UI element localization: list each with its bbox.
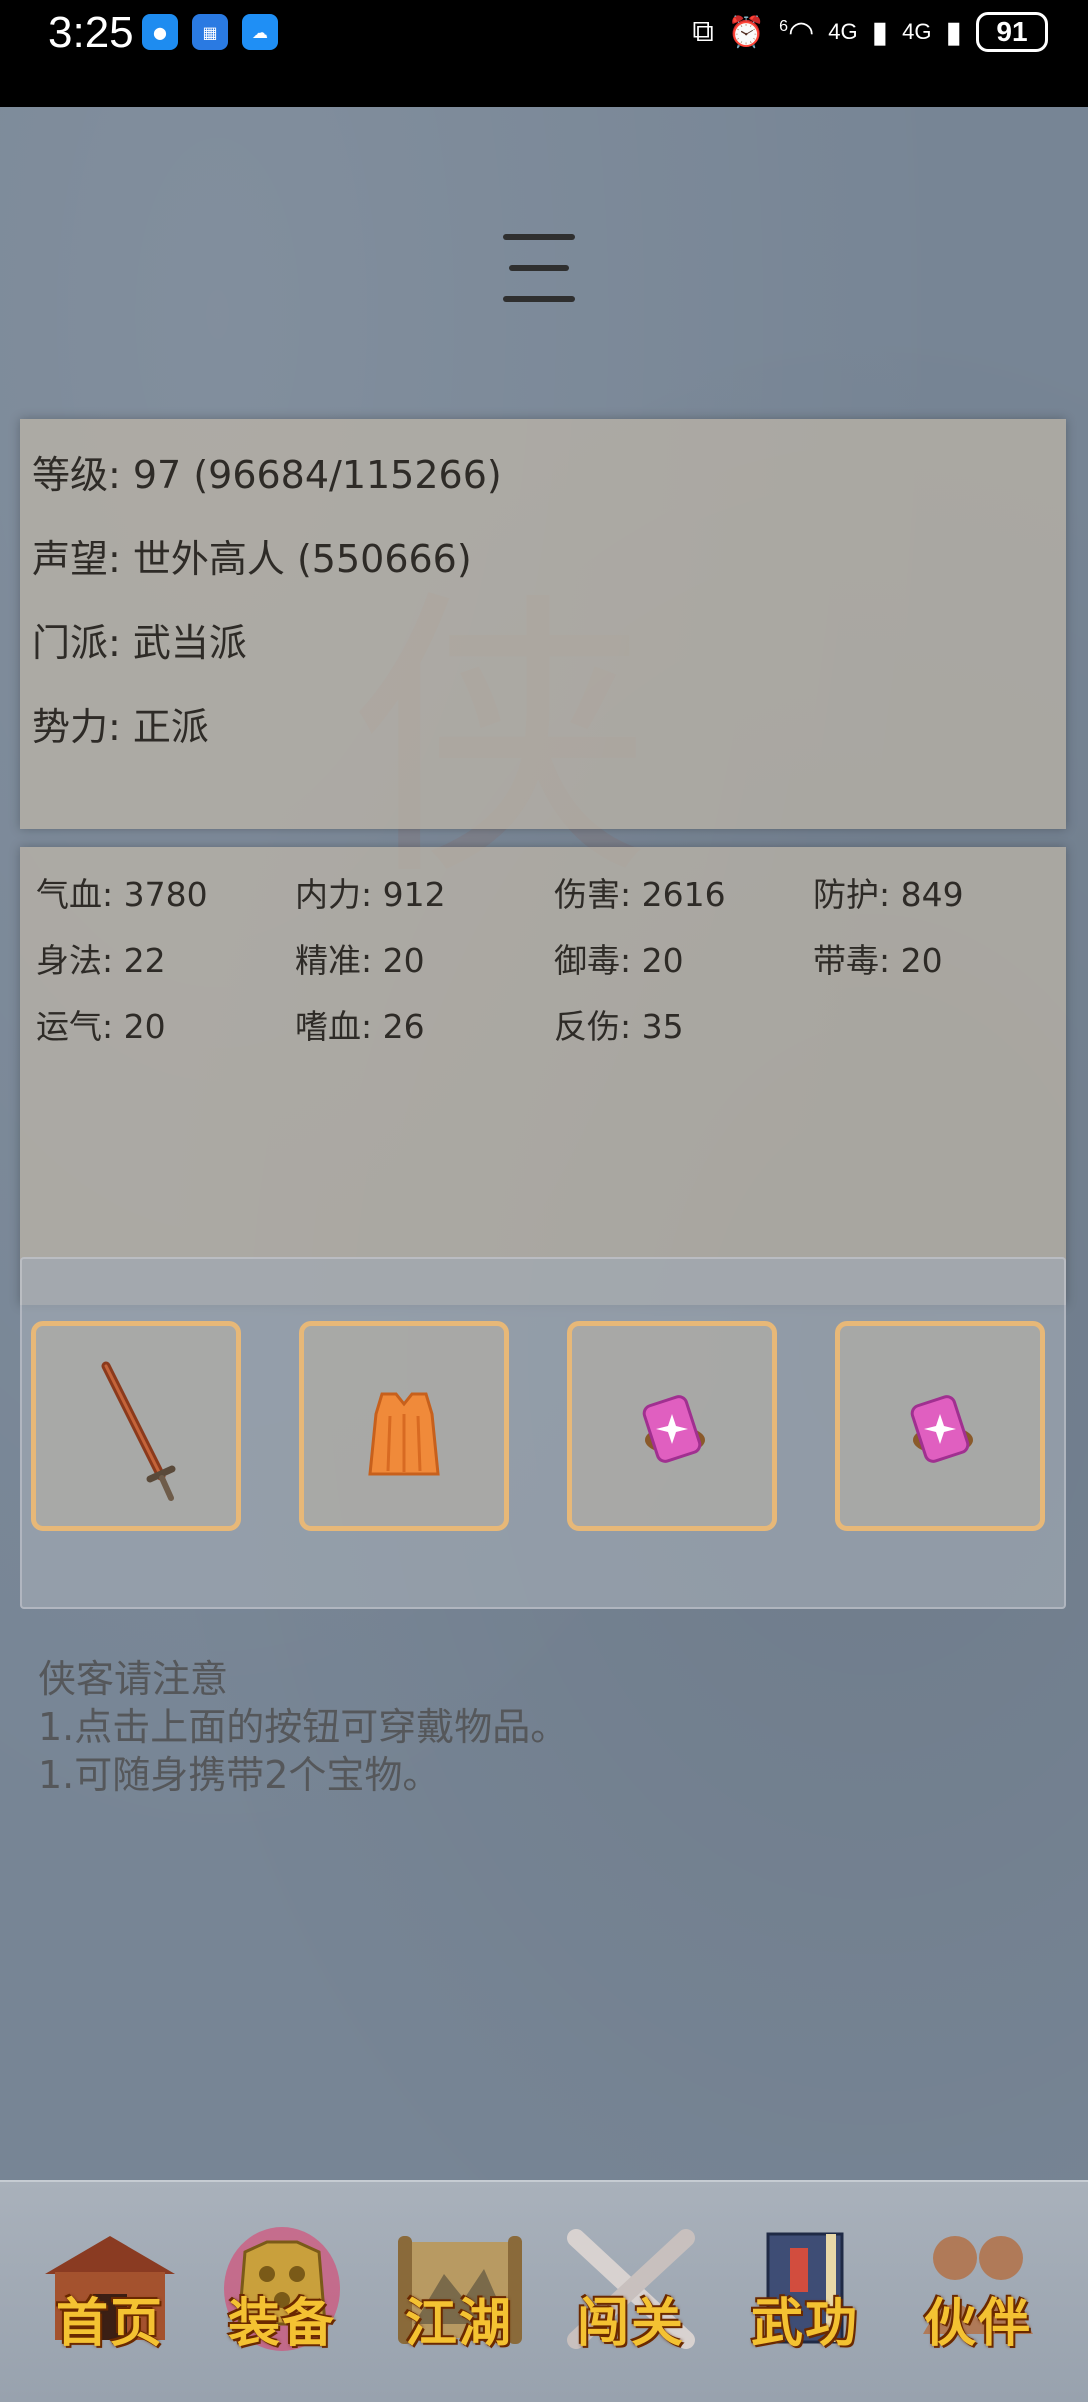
- weather-icon: ☁: [242, 14, 278, 50]
- nav-martial[interactable]: 武功: [730, 2214, 880, 2374]
- equipment-slot-armor[interactable]: [299, 1321, 509, 1531]
- nav-jianghu[interactable]: 江湖: [384, 2214, 534, 2374]
- equipment-slot-treasure-1[interactable]: [567, 1321, 777, 1531]
- equipment-slot-weapon[interactable]: [31, 1321, 241, 1531]
- alarm-icon: ⏰: [727, 15, 766, 49]
- wifi-label: 6: [779, 17, 789, 35]
- signal-icon: ▮: [945, 15, 962, 49]
- status-notifications: ● ▦ ☁: [142, 14, 278, 50]
- nav-equipment-label: 装备: [227, 2293, 336, 2354]
- notes-line-2: 1.可随身携带2个宝物。: [38, 1753, 441, 1797]
- bottom-navigation: 首页 装备 江湖 闯关 武功 伙伴: [0, 2180, 1088, 2402]
- stat-poison: 带毒: 20: [813, 941, 943, 980]
- network-label-2: 4G: [902, 19, 932, 44]
- nav-equipment[interactable]: 装备: [207, 2214, 357, 2374]
- stat-damage: 伤害: 2616: [554, 875, 726, 914]
- character-info-panel: 等级: 97 (96684/115266) 声望: 世外高人 (550666) …: [20, 419, 1066, 829]
- nav-martial-label: 武功: [750, 2293, 859, 2354]
- stat-hp: 气血: 3780: [36, 875, 208, 914]
- notes-section: 侠客请注意 1.点击上面的按钮可穿戴物品。 1.可随身携带2个宝物。: [38, 1655, 568, 1799]
- treasure-icon: [910, 1395, 973, 1463]
- stat-lifesteal: 嗜血: 26: [295, 1007, 425, 1046]
- stat-inner-power: 内力: 912: [295, 875, 446, 914]
- network-label-1: 4G: [828, 19, 858, 44]
- notes-line-1: 1.点击上面的按钮可穿戴物品。: [38, 1705, 569, 1749]
- equipment-slot-treasure-2[interactable]: [835, 1321, 1045, 1531]
- signal-icon: ▮: [871, 15, 889, 49]
- main-area: 侠 等级: 97 (96684/115266) 声望: 世外高人 (550666…: [0, 107, 1088, 2180]
- stat-accuracy: 精准: 20: [295, 941, 425, 980]
- treasure-icon: [642, 1395, 705, 1463]
- attribute-stats-panel: 气血: 3780 内力: 912 伤害: 2616 防护: 849 身法: 22…: [20, 847, 1066, 1305]
- notes-title: 侠客请注意: [38, 1657, 229, 1701]
- battery-indicator: 91: [976, 12, 1048, 52]
- equipment-panel: [20, 1257, 1066, 1609]
- stat-agility: 身法: 22: [36, 941, 166, 980]
- cast-icon: ⧉: [692, 15, 714, 48]
- status-indicators: ⧉ ⏰ 6◠ 4G ▮ 4G ▮ 91: [692, 12, 1048, 52]
- nav-challenge-label: 闯关: [576, 2293, 685, 2354]
- app-notification-icon: ▦: [192, 14, 228, 50]
- nav-partner-label: 伙伴: [923, 2293, 1032, 2354]
- nav-jianghu-label: 江湖: [404, 2293, 513, 2354]
- sect-info: 门派: 武当派: [32, 621, 247, 665]
- stat-poison-resist: 御毒: 20: [554, 941, 684, 980]
- stat-reflect: 反伤: 35: [554, 1007, 684, 1046]
- reputation-info: 声望: 世外高人 (550666): [32, 537, 472, 581]
- stat-luck: 运气: 20: [36, 1007, 166, 1046]
- nav-home-label: 首页: [55, 2293, 164, 2354]
- wifi-icon: 6◠: [779, 15, 815, 49]
- sword-icon: [101, 1361, 176, 1501]
- menu-icon[interactable]: [503, 234, 575, 302]
- stat-defense: 防护: 849: [813, 875, 964, 914]
- level-info: 等级: 97 (96684/115266): [32, 453, 502, 497]
- nav-home[interactable]: 首页: [35, 2214, 185, 2374]
- faction-info: 势力: 正派: [32, 705, 209, 749]
- nav-challenge[interactable]: 闯关: [556, 2214, 706, 2374]
- status-time: 3:25: [48, 8, 134, 57]
- nav-partner[interactable]: 伙伴: [903, 2214, 1053, 2374]
- robe-icon: [368, 1392, 440, 1476]
- message-icon: ●: [142, 14, 178, 50]
- status-bar: 3:25 ● ▦ ☁ ⧉ ⏰ 6◠ 4G ▮ 4G ▮ 91: [0, 0, 1088, 107]
